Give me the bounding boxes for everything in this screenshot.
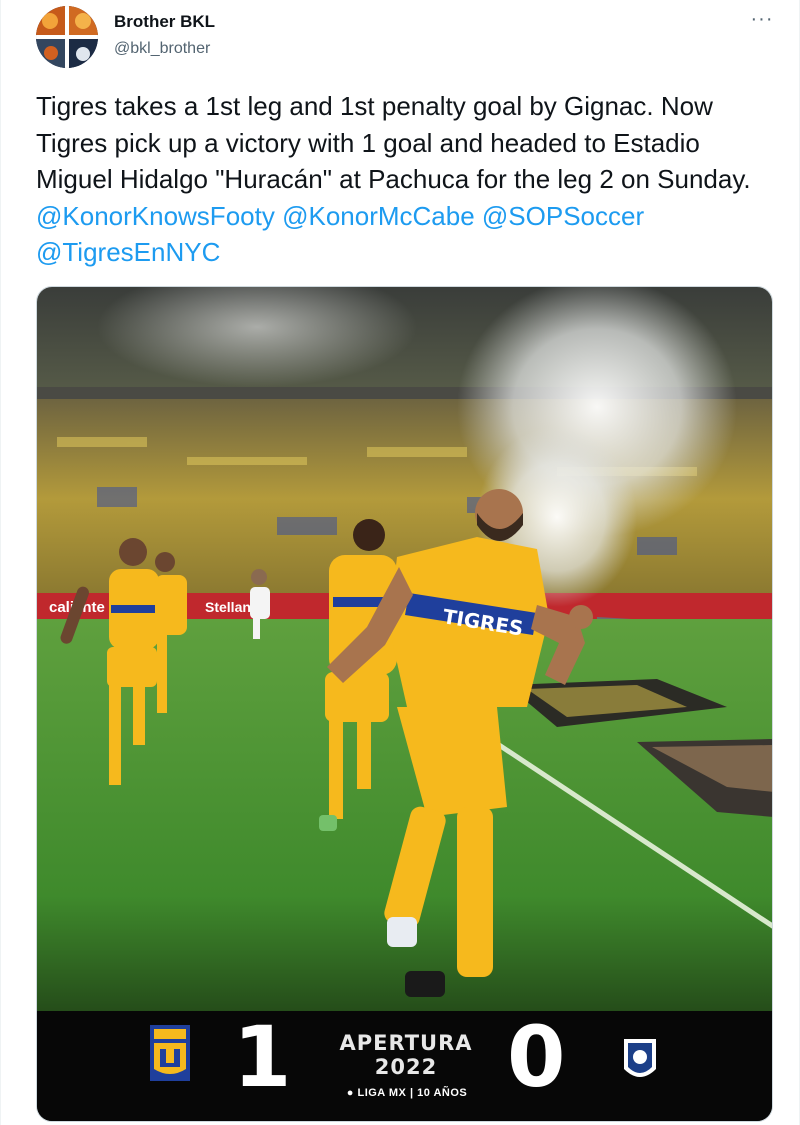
more-icon[interactable]: ··· bbox=[749, 6, 775, 32]
mention-link[interactable]: @TigresEnNYC bbox=[36, 237, 220, 267]
tweet-text: Tigres takes a 1st leg and 1st penalty g… bbox=[36, 88, 776, 271]
author-name[interactable]: Brother BKL bbox=[114, 12, 215, 32]
mention-link[interactable]: @SOPSoccer bbox=[482, 201, 644, 231]
home-score: 1 bbox=[233, 1008, 292, 1106]
mention-link[interactable]: @KonorMcCabe bbox=[282, 201, 475, 231]
league-label: ● LIGA MX | 10 AÑOS bbox=[337, 1087, 477, 1099]
liga-mx-logo-icon: ● bbox=[346, 1087, 354, 1099]
avatar[interactable] bbox=[36, 6, 98, 68]
league-text: LIGA MX | 10 AÑOS bbox=[357, 1087, 468, 1099]
tweet-card: Brother BKL @bkl_brother ··· Tigres take… bbox=[0, 0, 800, 1125]
match-photo: caliente Stellantis caliente.mx CARIBU bbox=[37, 287, 772, 1121]
competition-name: APERTURA 2022 bbox=[339, 1031, 473, 1079]
author-handle[interactable]: @bkl_brother bbox=[114, 40, 210, 58]
away-score: 0 bbox=[507, 1008, 566, 1106]
tweet-photo[interactable]: caliente Stellantis caliente.mx CARIBU bbox=[36, 286, 773, 1122]
tigres-crest-icon bbox=[150, 1025, 190, 1081]
tweet-body: Tigres takes a 1st leg and 1st penalty g… bbox=[36, 91, 751, 194]
scoreboard: 1 APERTURA 2022 0 ● LIGA MX | 10 AÑOS bbox=[37, 1008, 772, 1121]
mention-link[interactable]: @KonorKnowsFooty bbox=[36, 201, 275, 231]
pachuca-crest-icon bbox=[624, 1039, 656, 1077]
